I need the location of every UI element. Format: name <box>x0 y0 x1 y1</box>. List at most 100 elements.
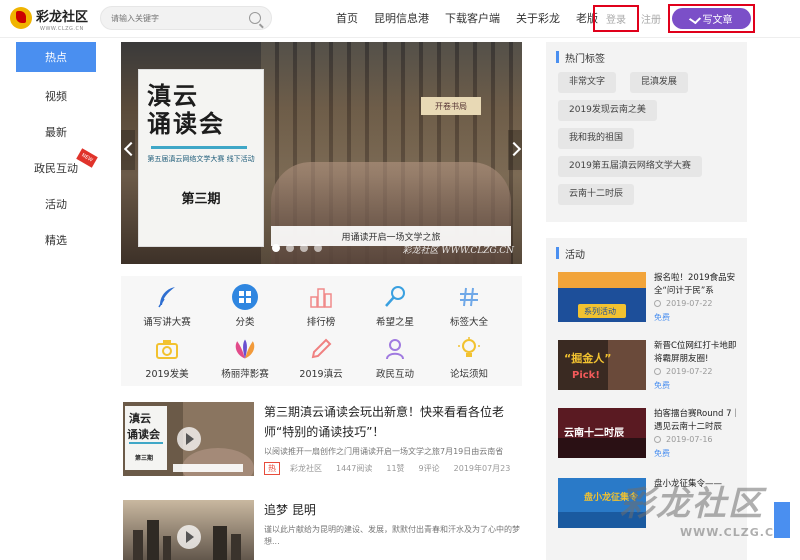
article-thumbnail[interactable] <box>123 500 254 560</box>
sidebar-item-featured[interactable]: 精选 <box>16 222 96 258</box>
article-item[interactable]: 追梦 昆明 谨以此片献给为昆明的建设、发展，默默付出青春和汗水及为了心中的梦想.… <box>121 500 522 560</box>
article-date: 2019年07月23 <box>453 464 511 473</box>
login-button[interactable]: 登录 <box>593 5 639 32</box>
category-recitation-contest[interactable]: 诵写讲大赛 <box>127 284 207 332</box>
lightbulb-icon <box>456 336 482 362</box>
play-icon[interactable] <box>177 427 201 451</box>
banner-carousel[interactable]: 开卷书局 滇云 诵读会 第五届滇云网络文学大赛 线下活动 第三期 用诵读开启一场… <box>121 42 522 264</box>
category-grid: 诵写讲大赛 分类 排行榜 希望之星 标签大全 2019发美 杨丽萍影赛 2019… <box>121 276 522 386</box>
activity-date: 2019-07-22 <box>654 299 713 308</box>
article-description: 谨以此片献给为昆明的建设、发展，默默付出青春和汗水及为了心中的梦想... <box>264 525 520 546</box>
activity-title[interactable]: 新晋C位网红打卡地即将霸屏朋友圈! <box>654 340 744 366</box>
carousel-dot[interactable] <box>300 244 308 252</box>
category-2019-beauty[interactable]: 2019发美 <box>127 336 207 384</box>
new-badge: NEW <box>76 148 98 168</box>
hash-icon <box>456 284 482 310</box>
tag-item[interactable]: 昆滇发展 <box>629 72 688 93</box>
article-title[interactable]: 第三期滇云诵读会玩出新意！快来看看各位老师“特别的诵读技巧”！ <box>264 402 522 442</box>
banner-subtitle: 第五届滇云网络文学大赛 线下活动 <box>147 155 255 163</box>
banner-divider <box>151 146 247 149</box>
carousel-next-arrow-icon[interactable] <box>508 130 522 170</box>
sidebar-item-hot[interactable]: 热点 <box>16 42 96 72</box>
panel-accent-bar <box>556 51 559 63</box>
sidebar-item-activity[interactable]: 活动 <box>16 186 96 222</box>
search-icon[interactable] <box>249 12 261 24</box>
category-2019-dianyun[interactable]: 2019滇云 <box>281 336 361 384</box>
clock-icon <box>654 436 661 443</box>
search-input[interactable] <box>111 10 241 26</box>
left-sidebar: 热点 视频 最新 政民互动 NEW 活动 精选 <box>16 42 98 258</box>
svg-text:系列活动: 系列活动 <box>584 306 616 316</box>
tag-item[interactable]: 我和我的祖国 <box>558 128 635 149</box>
tag-item[interactable]: 2019第五届滇云网络文学大赛 <box>558 156 702 177</box>
category-hope-star[interactable]: 希望之星 <box>355 284 435 332</box>
svg-text:第三期: 第三期 <box>134 454 153 462</box>
category-forum-rules[interactable]: 论坛须知 <box>429 336 509 384</box>
tag-item[interactable]: 云南十二时辰 <box>558 184 635 205</box>
article-source[interactable]: 彩龙社区 <box>290 463 322 474</box>
carousel-dot[interactable] <box>272 244 280 252</box>
category-label: 2019发美 <box>145 369 189 380</box>
banner-title-line2: 诵读会 <box>147 109 225 138</box>
site-watermark: 彩龙社区 WWW.CLZG.CN <box>620 476 790 556</box>
panel-header: 热门标签 <box>546 42 747 72</box>
svg-text:Pick!: Pick! <box>572 370 600 381</box>
activity-thumbnail[interactable]: 云南十二时辰 <box>558 408 646 458</box>
category-gov-interaction[interactable]: 政民互动 <box>355 336 435 384</box>
panel-accent-bar <box>556 247 559 259</box>
nav-kunming-info[interactable]: 昆明信息港 <box>374 10 429 26</box>
activity-thumbnail[interactable]: 系列活动 <box>558 272 646 322</box>
svg-text:滇云: 滇云 <box>129 411 151 425</box>
activity-item[interactable]: “掘金人” Pick! 新晋C位网红打卡地即将霸屏朋友圈! 2019-07-22 … <box>558 340 743 402</box>
activity-thumbnail[interactable]: “掘金人” Pick! <box>558 340 646 390</box>
banner-poster-card: 滇云 诵读会 第五届滇云网络文学大赛 线下活动 第三期 <box>139 70 263 246</box>
write-article-button[interactable]: 写文章 <box>672 8 751 29</box>
tag-item[interactable]: 非常文字 <box>558 72 617 93</box>
floating-side-button[interactable] <box>774 502 790 538</box>
activity-item[interactable]: 系列活动 报名啦！2019食品安全“问计于民”系 2019-07-22 免费 <box>558 272 743 334</box>
activity-title[interactable]: 拍客擂台赛Round 7｜遇见云南十二时辰 <box>654 408 744 434</box>
article-item[interactable]: 滇云 诵读会 第三期 第三期滇云诵读会玩出新意！快来看看各位老师“特别的诵读技巧… <box>121 402 522 482</box>
top-header: 彩龙社区 WWW.CLZG.CN 首页 昆明信息港 下载客户端 关于彩龙 老版 … <box>0 0 800 38</box>
carousel-dot[interactable] <box>286 244 294 252</box>
nav-about[interactable]: 关于彩龙 <box>516 10 560 26</box>
logo-subtext: WWW.CLZG.CN <box>40 26 84 32</box>
category-label: 排行榜 <box>306 317 336 328</box>
category-ranking[interactable]: 排行榜 <box>281 284 361 332</box>
banner-issue: 第三期 <box>181 192 221 207</box>
activity-item[interactable]: 云南十二时辰 拍客擂台赛Round 7｜遇见云南十二时辰 2019-07-16 … <box>558 408 743 470</box>
category-label: 分类 <box>235 317 255 328</box>
sidebar-item-gov-interaction[interactable]: 政民互动 NEW <box>16 148 98 186</box>
nav-home[interactable]: 首页 <box>336 10 358 26</box>
carousel-prev-arrow-icon[interactable] <box>121 130 135 170</box>
category-label: 政民互动 <box>375 369 414 380</box>
article-likes: 11赞 <box>386 464 405 473</box>
sidebar-item-video[interactable]: 视频 <box>16 78 96 114</box>
sidebar-item-label: 政民互动 <box>34 162 78 175</box>
site-logo[interactable]: 彩龙社区 WWW.CLZG.CN <box>10 4 90 32</box>
play-icon[interactable] <box>177 525 201 549</box>
article-comments: 9评论 <box>418 464 440 473</box>
activity-price: 免费 <box>654 313 670 322</box>
category-classify[interactable]: 分类 <box>205 284 285 332</box>
nav-download-client[interactable]: 下载客户端 <box>445 10 500 26</box>
banner-watermark: 彩龙社区 WWW.CLZG.CN <box>402 246 514 256</box>
activity-date: 2019-07-16 <box>654 435 713 444</box>
carousel-dots <box>272 244 328 252</box>
activity-title[interactable]: 报名啦！2019食品安全“问计于民”系 <box>654 272 744 298</box>
watermark-main: 彩龙社区 <box>620 484 764 524</box>
tag-item[interactable]: 2019发现云南之美 <box>558 100 657 121</box>
write-article-label: 写文章 <box>702 15 733 26</box>
sidebar-item-latest[interactable]: 最新 <box>16 114 96 150</box>
hot-tag: 热 <box>264 462 280 475</box>
article-thumbnail[interactable]: 滇云 诵读会 第三期 <box>123 402 254 476</box>
article-title[interactable]: 追梦 昆明 <box>264 500 522 520</box>
category-yang-liping[interactable]: 杨丽萍影赛 <box>205 336 285 384</box>
carousel-dot[interactable] <box>314 244 322 252</box>
category-label: 2019滇云 <box>299 369 343 380</box>
register-link[interactable]: 注册 <box>641 11 661 26</box>
svg-text:“掘金人”: “掘金人” <box>564 351 611 365</box>
category-tags[interactable]: 标签大全 <box>429 284 509 332</box>
activity-date: 2019-07-22 <box>654 367 713 376</box>
panel-title: 热门标签 <box>565 53 605 65</box>
